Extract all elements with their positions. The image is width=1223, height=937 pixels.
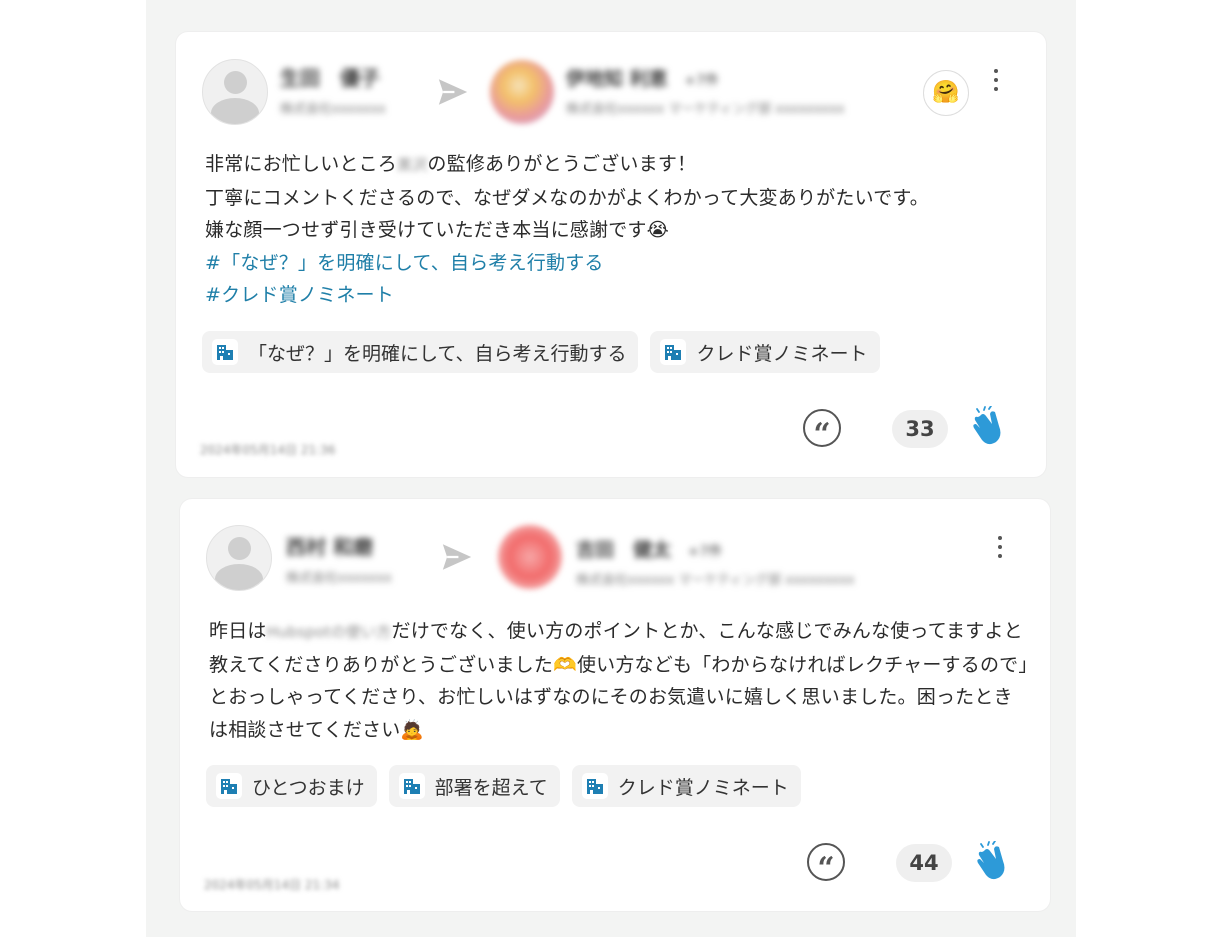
sender-subtitle: 株式会社xxxxxxx	[286, 571, 392, 586]
value-tag-label: クレド賞ノミネート	[696, 342, 868, 365]
post-timestamp: 2024年05月14日 21:34	[204, 878, 340, 892]
value-tag[interactable]: クレド賞ノミネート	[571, 765, 801, 807]
recipient-name[interactable]: 伊地知 利恵 +7件	[566, 64, 719, 91]
building-icon	[216, 773, 242, 799]
value-tag-label: ひとつおまけ	[252, 776, 365, 799]
post-body: 非常にお忙しいところ黒沢の監修ありがとうございます！ 丁寧にコメントくださるので…	[205, 148, 1005, 312]
sender-avatar[interactable]	[206, 525, 272, 591]
sender-name[interactable]: 生田 優子	[280, 62, 380, 91]
building-icon	[398, 773, 425, 799]
hashtag-link[interactable]: #クレド賞ノミネート	[205, 279, 1005, 312]
clap-icon[interactable]	[970, 406, 1008, 446]
applause-count[interactable]: 44	[896, 844, 952, 882]
quote-icon[interactable]: “	[807, 843, 845, 886]
more-vert-icon[interactable]	[993, 69, 999, 95]
send-icon	[438, 79, 468, 105]
recipient-avatar[interactable]	[490, 60, 554, 124]
send-icon	[442, 544, 472, 570]
value-tags: 「なぜ？」を明確にして、自ら考え行動する クレド賞ノミネート	[202, 331, 880, 373]
sender-avatar[interactable]	[202, 59, 268, 125]
applause-count[interactable]: 33	[892, 410, 948, 448]
recipient-subtitle: 株式会社xxxxxx マーケティング部 xxxxxxxxx	[566, 102, 845, 117]
building-icon	[660, 339, 687, 365]
post-card: 西村 和磨 株式会社xxxxxxx 吉田 健太 +7件 株式会社xxxxxx マ…	[180, 499, 1050, 911]
value-tag[interactable]: 部署を超えて	[388, 765, 560, 807]
value-tag[interactable]: ひとつおまけ	[206, 765, 377, 807]
post-body: 昨日はHubspotの使い方だけでなく、使い方のポイントとか、こんな感じでみんな…	[209, 620, 1029, 741]
body-line: 嫌な顔一つせず引き受けていただき本当に感謝です😭	[205, 219, 670, 241]
recipient-name[interactable]: 吉田 健太 +7件	[576, 535, 722, 562]
recipient-avatar[interactable]	[498, 525, 562, 589]
clap-icon[interactable]	[974, 841, 1012, 881]
building-icon	[581, 773, 608, 799]
hashtag-link[interactable]: #「なぜ？」を明確にして、自ら考え行動する	[205, 247, 1005, 280]
value-tag-label: 部署を超えて	[434, 776, 548, 799]
value-tag-label: 「なぜ？」を明確にして、自ら考え行動する	[248, 342, 627, 365]
post-card: 生田 優子 株式会社xxxxxxx 伊地知 利恵 +7件 株式会社xxxxxx …	[176, 32, 1046, 477]
more-vert-icon[interactable]	[997, 536, 1003, 562]
quote-icon[interactable]: “	[803, 409, 841, 452]
post-timestamp: 2024年05月14日 21:36	[200, 443, 336, 457]
body-line: 非常にお忙しいところ黒沢の監修ありがとうございます！	[205, 153, 697, 175]
value-tag-label: クレド賞ノミネート	[617, 776, 789, 799]
body-line: 丁寧にコメントくださるので、なぜダメなのかがよくわかって大変ありがたいです。	[205, 186, 929, 209]
reaction-emoji-bubble[interactable]: 🤗	[923, 70, 969, 116]
value-tag[interactable]: クレド賞ノミネート	[650, 331, 880, 373]
sender-subtitle: 株式会社xxxxxxx	[280, 102, 386, 117]
building-icon	[212, 339, 238, 365]
value-tag[interactable]: 「なぜ？」を明確にして、自ら考え行動する	[202, 331, 639, 373]
value-tags: ひとつおまけ 部署を超えて クレド賞ノミネート	[206, 765, 801, 807]
sender-name[interactable]: 西村 和磨	[286, 531, 373, 560]
recipient-subtitle: 株式会社xxxxxx マーケティング部 xxxxxxxxx	[576, 573, 855, 588]
